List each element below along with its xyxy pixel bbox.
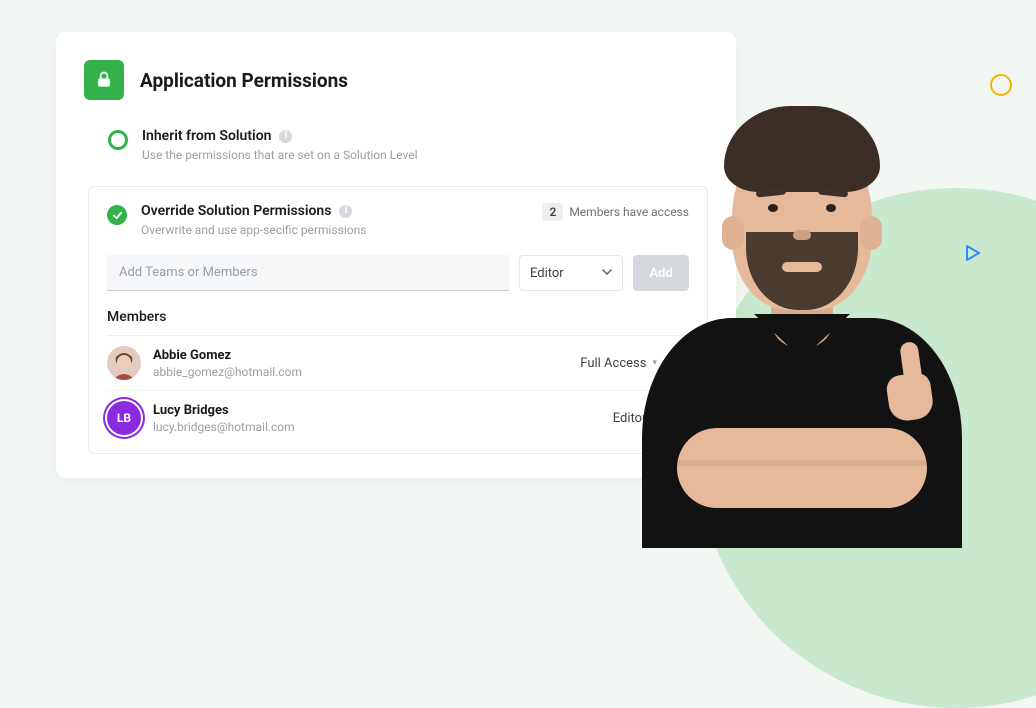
option-inherit-desc: Use the permissions that are set on a So… bbox=[142, 148, 418, 162]
member-email: lucy.bridges@hotmail.com bbox=[153, 420, 295, 434]
count-badge: 2 bbox=[542, 203, 563, 221]
page-title: Application Permissions bbox=[140, 69, 348, 92]
option-override-title: Override Solution Permissions bbox=[141, 203, 331, 219]
info-icon[interactable]: i bbox=[279, 130, 292, 143]
role-select[interactable]: Editor bbox=[519, 255, 623, 291]
member-row: LB Lucy Bridges lucy.bridges@hotmail.com… bbox=[107, 391, 689, 445]
decorative-person-illustration bbox=[632, 88, 972, 548]
info-icon[interactable]: i bbox=[339, 205, 352, 218]
avatar bbox=[107, 346, 141, 380]
avatar-initials: LB bbox=[117, 411, 131, 425]
radio-selected-icon bbox=[107, 205, 127, 225]
chevron-down-icon bbox=[602, 266, 612, 281]
option-inherit[interactable]: Inherit from Solution i Use the permissi… bbox=[84, 128, 708, 162]
member-name: Lucy Bridges bbox=[153, 403, 295, 418]
members-heading: Members bbox=[107, 309, 689, 336]
option-override[interactable]: Override Solution Permissions i Overwrit… bbox=[107, 203, 689, 237]
avatar: LB bbox=[107, 401, 141, 435]
member-name: Abbie Gomez bbox=[153, 348, 302, 363]
option-override-desc: Overwrite and use app-secific permission… bbox=[141, 223, 366, 237]
override-panel: Override Solution Permissions i Overwrit… bbox=[88, 186, 708, 454]
member-email: abbie_gomez@hotmail.com bbox=[153, 365, 302, 379]
member-row: Abbie Gomez abbie_gomez@hotmail.com Full… bbox=[107, 336, 689, 391]
decorative-ring-icon bbox=[990, 74, 1012, 96]
radio-unselected-icon bbox=[108, 130, 128, 150]
add-member-row: Editor Add bbox=[107, 255, 689, 291]
thumbs-up-icon bbox=[888, 342, 936, 420]
add-member-input[interactable] bbox=[107, 255, 509, 291]
card-header: Application Permissions bbox=[84, 60, 708, 100]
option-inherit-title: Inherit from Solution bbox=[142, 128, 271, 144]
role-select-value: Editor bbox=[530, 266, 564, 281]
lock-icon bbox=[84, 60, 124, 100]
